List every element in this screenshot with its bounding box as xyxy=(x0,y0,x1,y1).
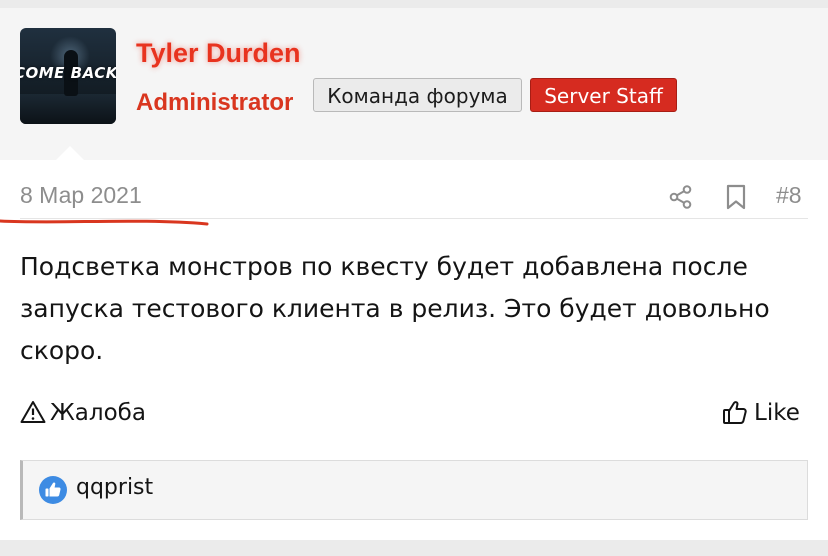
thumbs-up-icon xyxy=(723,401,747,424)
bookmark-icon[interactable] xyxy=(724,184,748,210)
meta-divider xyxy=(20,218,808,219)
username-link[interactable]: Tyler Durden xyxy=(136,38,301,69)
post-card: COME BACK Tyler Durden Administrator Ком… xyxy=(0,8,828,540)
report-label: Жалоба xyxy=(50,400,146,426)
reactions-bar: qqprist xyxy=(20,460,808,520)
user-header: COME BACK Tyler Durden Administrator Ком… xyxy=(0,8,828,162)
date-underline xyxy=(0,219,209,226)
reaction-user-link[interactable]: qqprist xyxy=(76,475,153,500)
team-badge: Команда форума xyxy=(313,78,522,112)
avatar[interactable]: COME BACK xyxy=(20,28,116,124)
avatar-floor xyxy=(20,94,116,124)
user-title: Administrator xyxy=(136,89,294,116)
top-strip xyxy=(0,0,828,8)
like-label: Like xyxy=(754,400,800,426)
share-icon[interactable] xyxy=(668,184,694,210)
avatar-text: COME BACK xyxy=(20,64,116,82)
post-body: Подсветка монстров по квесту будет добав… xyxy=(20,252,770,365)
report-link[interactable]: Жалоба xyxy=(20,396,146,430)
warning-triangle-icon xyxy=(20,401,46,423)
like-link[interactable]: Like xyxy=(722,396,800,430)
staff-badge: Server Staff xyxy=(530,78,677,112)
header-pointer xyxy=(54,146,86,162)
thumbs-up-reaction-icon[interactable] xyxy=(39,476,67,504)
post-date-link[interactable]: 8 Мар 2021 xyxy=(20,182,142,209)
post-number-link[interactable]: #8 xyxy=(776,182,802,209)
forum-post-page: COME BACK Tyler Durden Administrator Ком… xyxy=(0,0,828,556)
